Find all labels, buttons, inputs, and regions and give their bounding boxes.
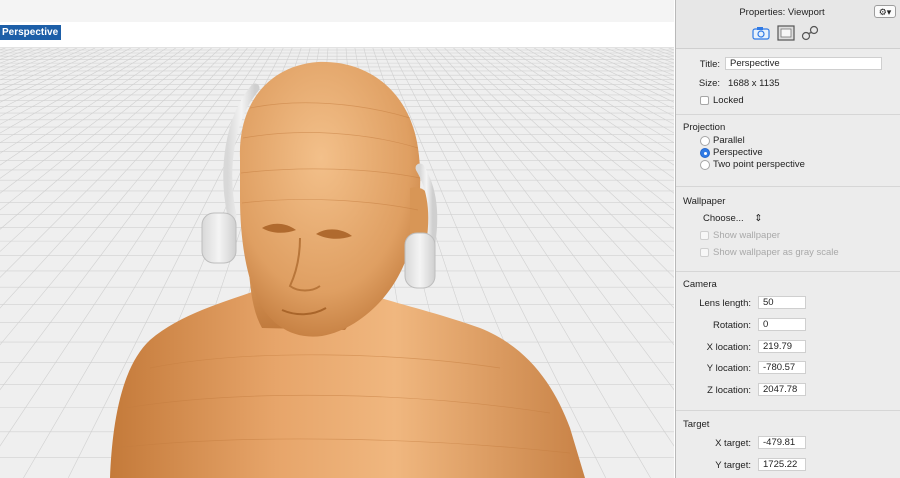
divider	[676, 271, 900, 272]
radio-parallel[interactable]	[700, 136, 710, 146]
divider	[676, 114, 900, 115]
x-location-label: X location:	[706, 342, 751, 353]
title-field[interactable]: Perspective	[725, 57, 882, 70]
y-location-label: Y location:	[706, 363, 751, 374]
title-label: Title:	[699, 59, 720, 70]
projection-heading: Projection	[683, 122, 726, 133]
panel-header: Properties: Viewport ⚙▾	[676, 0, 900, 49]
locked-checkbox[interactable]	[700, 96, 709, 105]
show-wallpaper-checkbox[interactable]	[700, 231, 709, 240]
perspective-label: Perspective	[713, 147, 763, 158]
size-value: 1688 x 1135	[728, 78, 780, 89]
two-point-label: Two point perspective	[713, 159, 805, 170]
gray-scale-checkbox[interactable]	[700, 248, 709, 257]
frame-icon[interactable]	[777, 25, 795, 41]
popup-chevron-icon: ⇕	[754, 213, 763, 224]
headset-earcup-left	[201, 212, 237, 264]
headset-earcup-right	[404, 232, 436, 289]
y-target-field[interactable]: 1725.22	[758, 458, 806, 471]
rotation-label: Rotation:	[712, 320, 751, 331]
viewport[interactable]: Perspective	[0, 0, 674, 478]
gray-scale-label: Show wallpaper as gray scale	[713, 247, 839, 258]
rotation-field[interactable]: 0	[758, 318, 806, 331]
radio-perspective[interactable]	[700, 148, 710, 158]
y-target-label: Y target:	[715, 460, 751, 471]
locked-label: Locked	[713, 95, 744, 106]
camera-icon[interactable]	[752, 25, 770, 41]
choose-label: Choose...	[703, 213, 744, 224]
target-heading: Target	[683, 419, 710, 430]
size-label: Size:	[698, 78, 720, 89]
viewport-label[interactable]: Perspective	[0, 25, 62, 40]
viewport-title-bar[interactable]: Perspective	[0, 22, 674, 48]
z-location-label: Z location:	[707, 385, 751, 396]
z-location-field[interactable]: 2047.78	[758, 383, 806, 396]
viewport-toolbar-strip	[0, 0, 674, 23]
divider	[676, 186, 900, 187]
x-location-field[interactable]: 219.79	[758, 340, 806, 353]
camera-heading: Camera	[683, 279, 717, 290]
link-icon[interactable]	[801, 25, 819, 41]
gear-icon[interactable]: ⚙▾	[874, 5, 896, 18]
wallpaper-heading: Wallpaper	[683, 196, 726, 207]
show-wallpaper-label: Show wallpaper	[713, 230, 781, 241]
x-target-label: X target:	[715, 438, 751, 449]
properties-panel: Properties: Viewport ⚙▾ Title: Perspecti…	[675, 0, 900, 478]
lens-length-field[interactable]: 50	[758, 296, 806, 309]
divider	[676, 410, 900, 411]
radio-two-point[interactable]	[700, 160, 710, 170]
choose-wallpaper-button[interactable]: Choose... ⇕	[703, 213, 762, 224]
parallel-label: Parallel	[713, 135, 745, 146]
lens-length-label: Lens length:	[699, 298, 751, 309]
3d-scene[interactable]	[0, 48, 674, 478]
panel-title: Properties: Viewport	[739, 7, 825, 18]
x-target-field[interactable]: -479.81	[758, 436, 806, 449]
y-location-field[interactable]: -780.57	[758, 361, 806, 374]
